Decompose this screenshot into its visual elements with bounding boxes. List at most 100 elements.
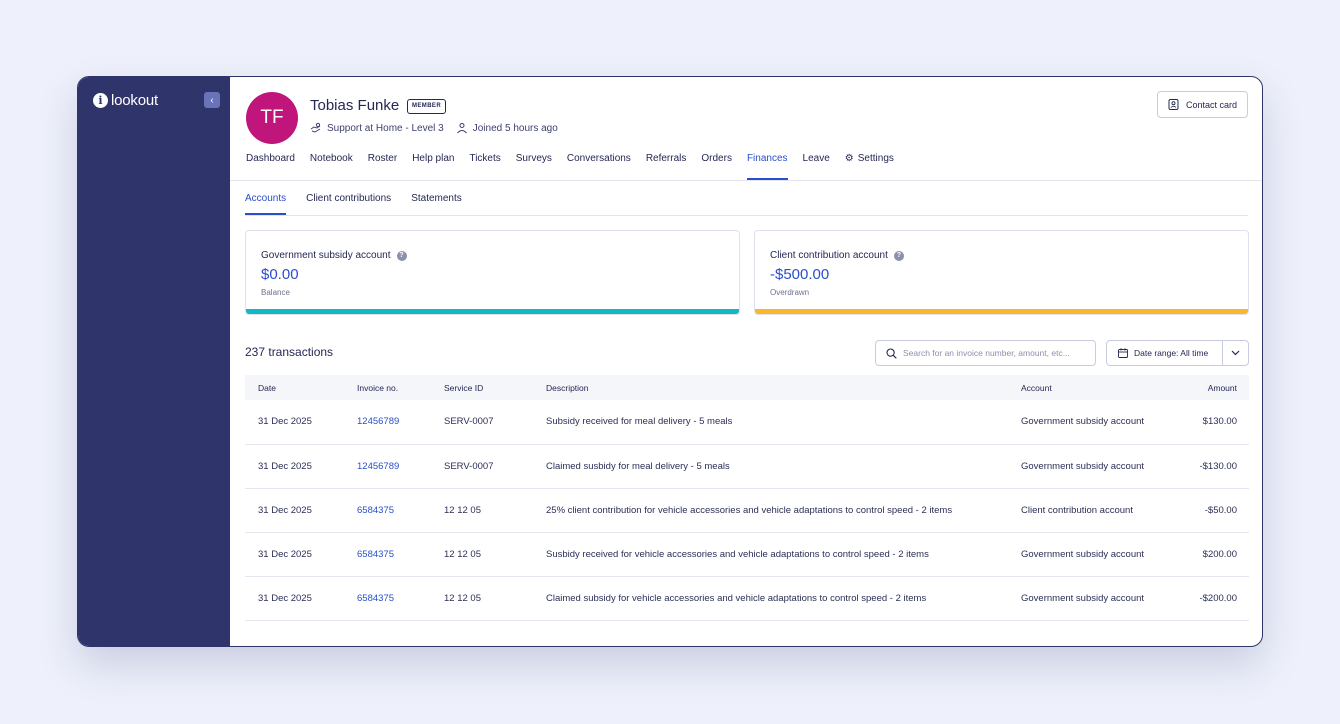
cell-account: Government subsidy account bbox=[1021, 400, 1171, 445]
nav-divider bbox=[230, 180, 1262, 181]
government-subsidy-card: Government subsidy account ? $0.00 Balan… bbox=[245, 230, 740, 315]
tab-settings-label: Settings bbox=[857, 153, 894, 164]
finance-subtabs: Accounts Client contributions Statements bbox=[245, 193, 482, 215]
help-icon[interactable]: ? bbox=[893, 250, 904, 261]
account-title-text: Client contribution account bbox=[770, 250, 888, 261]
account-title: Government subsidy account ? bbox=[261, 250, 407, 261]
cell-service-id: 12 12 05 bbox=[444, 576, 546, 621]
cell-service-id: 12 12 05 bbox=[444, 488, 546, 533]
col-amount[interactable]: Amount bbox=[1171, 375, 1249, 400]
cell-service-id: SERV-0007 bbox=[444, 444, 546, 489]
table-header: Date Invoice no. Service ID Description … bbox=[245, 375, 1249, 400]
cell-description: Susbidy received for vehicle accessories… bbox=[546, 532, 1021, 577]
subtab-accounts[interactable]: Accounts bbox=[245, 193, 287, 215]
col-account[interactable]: Account bbox=[1021, 375, 1171, 400]
subtab-statements[interactable]: Statements bbox=[411, 193, 462, 215]
cell-account: Government subsidy account bbox=[1021, 444, 1171, 489]
table-row[interactable]: 31 Dec 2025 12456789 SERV-0007 Subsidy r… bbox=[245, 400, 1249, 445]
table-row[interactable]: 31 Dec 2025 6584375 12 12 05 25% client … bbox=[245, 488, 1249, 533]
cell-amount: $200.00 bbox=[1171, 532, 1249, 577]
account-title-text: Government subsidy account bbox=[261, 250, 391, 261]
app-logo[interactable]: i lookout bbox=[93, 92, 158, 109]
cell-account: Client contribution account bbox=[1021, 488, 1171, 533]
account-status-bar bbox=[755, 309, 1248, 314]
cell-description: Subsidy received for meal delivery - 5 m… bbox=[546, 400, 1021, 445]
tab-conversations[interactable]: Conversations bbox=[567, 153, 631, 180]
cell-account: Government subsidy account bbox=[1021, 576, 1171, 621]
cell-amount: $130.00 bbox=[1171, 400, 1249, 445]
tab-finances[interactable]: Finances bbox=[746, 153, 788, 180]
app-window: i lookout ‹ TF Tobias Funke MEMBER Suppo… bbox=[77, 76, 1263, 647]
tab-referrals[interactable]: Referrals bbox=[646, 153, 687, 180]
invoice-link[interactable]: 6584375 bbox=[357, 488, 444, 533]
account-status: Balance bbox=[261, 288, 290, 297]
main-content: TF Tobias Funke MEMBER Support at Home -… bbox=[230, 77, 1262, 646]
joined-time: Joined 5 hours ago bbox=[472, 122, 558, 134]
table-row[interactable]: 31 Dec 2025 12456789 SERV-0007 Claimed s… bbox=[245, 444, 1249, 489]
help-icon[interactable]: ? bbox=[396, 250, 407, 261]
search-icon bbox=[886, 347, 897, 359]
tab-leave[interactable]: Leave bbox=[803, 153, 830, 180]
contact-card-icon bbox=[1168, 99, 1179, 110]
account-status: Overdrawn bbox=[770, 288, 810, 297]
account-balance: -$500.00 bbox=[770, 266, 830, 283]
collapse-sidebar-button[interactable]: ‹ bbox=[204, 92, 220, 108]
info-logo-icon: i bbox=[93, 93, 108, 108]
contact-card-button[interactable]: Contact card bbox=[1156, 91, 1248, 118]
cell-amount: -$50.00 bbox=[1171, 488, 1249, 533]
chevron-down-icon bbox=[1231, 350, 1240, 356]
date-range-button[interactable]: Date range: All time bbox=[1107, 341, 1223, 365]
tab-notebook[interactable]: Notebook bbox=[310, 153, 353, 180]
date-range-filter[interactable]: Date range: All time bbox=[1106, 340, 1249, 366]
profile-nav: Dashboard Notebook Roster Help plan Tick… bbox=[246, 153, 909, 180]
client-contribution-card: Client contribution account ? -$500.00 O… bbox=[754, 230, 1249, 315]
cell-date: 31 Dec 2025 bbox=[245, 488, 357, 533]
col-date[interactable]: Date bbox=[245, 375, 357, 400]
joined-user-icon bbox=[456, 123, 467, 134]
col-service-id[interactable]: Service ID bbox=[444, 375, 546, 400]
account-balance: $0.00 bbox=[261, 266, 299, 283]
cell-service-id: SERV-0007 bbox=[444, 400, 546, 445]
cell-amount: -$200.00 bbox=[1171, 576, 1249, 621]
invoice-link[interactable]: 12456789 bbox=[357, 444, 444, 489]
cell-date: 31 Dec 2025 bbox=[245, 532, 357, 577]
transaction-search[interactable] bbox=[875, 340, 1096, 366]
transactions-table: Date Invoice no. Service ID Description … bbox=[245, 375, 1249, 621]
invoice-link[interactable]: 12456789 bbox=[357, 400, 444, 445]
cell-date: 31 Dec 2025 bbox=[245, 400, 357, 445]
search-input[interactable] bbox=[903, 348, 1083, 358]
cell-description: Claimed susbidy for meal delivery - 5 me… bbox=[546, 444, 1021, 489]
cell-account: Government subsidy account bbox=[1021, 532, 1171, 577]
support-hand-icon bbox=[310, 122, 321, 133]
profile-meta: Support at Home - Level 3 Joined 5 hours… bbox=[310, 122, 558, 134]
cell-date: 31 Dec 2025 bbox=[245, 576, 357, 621]
tab-dashboard[interactable]: Dashboard bbox=[246, 153, 295, 180]
col-invoice[interactable]: Invoice no. bbox=[357, 375, 444, 400]
col-description[interactable]: Description bbox=[546, 375, 1021, 400]
invoice-link[interactable]: 6584375 bbox=[357, 532, 444, 577]
gear-icon: ⚙ bbox=[844, 153, 854, 164]
tab-roster[interactable]: Roster bbox=[368, 153, 397, 180]
invoice-link[interactable]: 6584375 bbox=[357, 576, 444, 621]
tab-settings[interactable]: ⚙ Settings bbox=[845, 153, 894, 180]
cell-amount: -$130.00 bbox=[1171, 444, 1249, 489]
date-range-dropdown[interactable] bbox=[1223, 341, 1248, 365]
table-row[interactable]: 31 Dec 2025 6584375 12 12 05 Claimed sub… bbox=[245, 576, 1249, 621]
cell-description: Claimed subsidy for vehicle accessories … bbox=[546, 576, 1021, 621]
member-badge: MEMBER bbox=[407, 99, 447, 114]
table-row[interactable]: 31 Dec 2025 6584375 12 12 05 Susbidy rec… bbox=[245, 532, 1249, 577]
tab-help-plan[interactable]: Help plan bbox=[412, 153, 454, 180]
tab-tickets[interactable]: Tickets bbox=[469, 153, 500, 180]
subtab-client-contributions[interactable]: Client contributions bbox=[306, 193, 391, 215]
cell-description: 25% client contribution for vehicle acce… bbox=[546, 488, 1021, 533]
tab-surveys[interactable]: Surveys bbox=[516, 153, 552, 180]
account-title: Client contribution account ? bbox=[770, 250, 904, 261]
cell-service-id: 12 12 05 bbox=[444, 532, 546, 577]
tab-orders[interactable]: Orders bbox=[701, 153, 732, 180]
calendar-icon bbox=[1118, 348, 1128, 358]
chevron-left-icon: ‹ bbox=[210, 94, 214, 106]
subtabs-divider bbox=[245, 215, 1248, 216]
cell-date: 31 Dec 2025 bbox=[245, 444, 357, 489]
support-plan: Support at Home - Level 3 bbox=[327, 122, 444, 134]
account-status-bar bbox=[246, 309, 739, 314]
